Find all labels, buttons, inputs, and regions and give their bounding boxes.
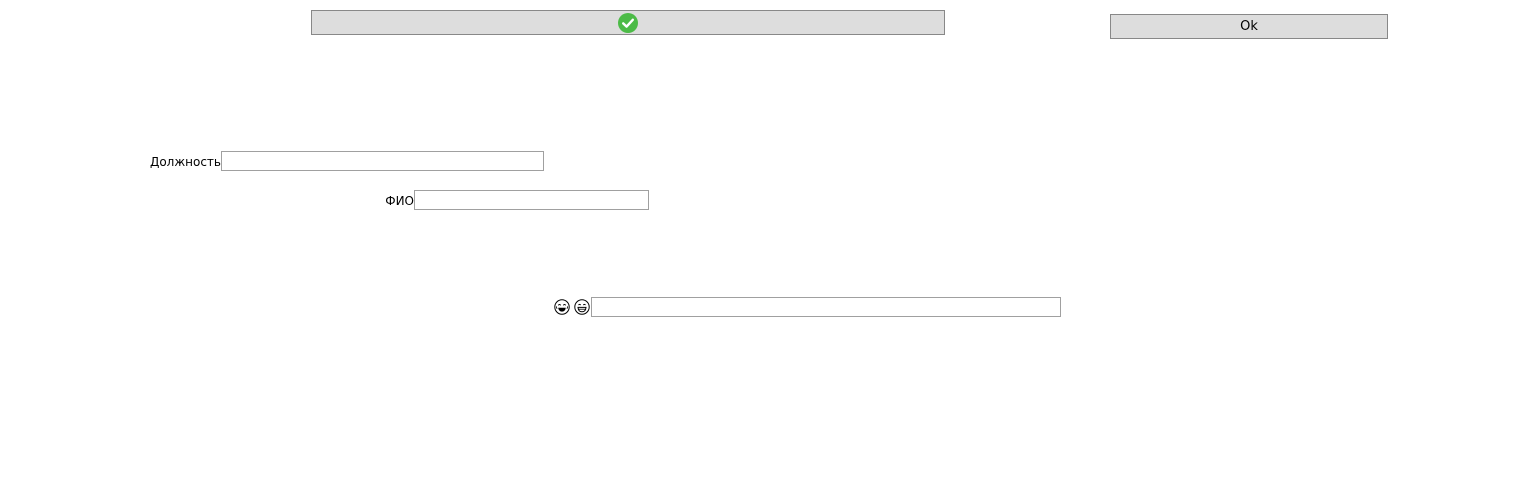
emoji-input[interactable] xyxy=(591,297,1061,317)
confirm-button[interactable] xyxy=(311,10,945,35)
ok-button[interactable]: Ok xyxy=(1110,14,1388,39)
laughing-face-icon xyxy=(554,299,570,315)
emoji-label xyxy=(554,297,590,317)
position-label: Должность xyxy=(149,155,221,169)
grinning-face-icon xyxy=(574,299,590,315)
check-circle-icon xyxy=(618,12,638,33)
fio-label: ФИО xyxy=(385,194,414,208)
fio-input[interactable] xyxy=(414,190,649,210)
position-input[interactable] xyxy=(221,151,544,171)
